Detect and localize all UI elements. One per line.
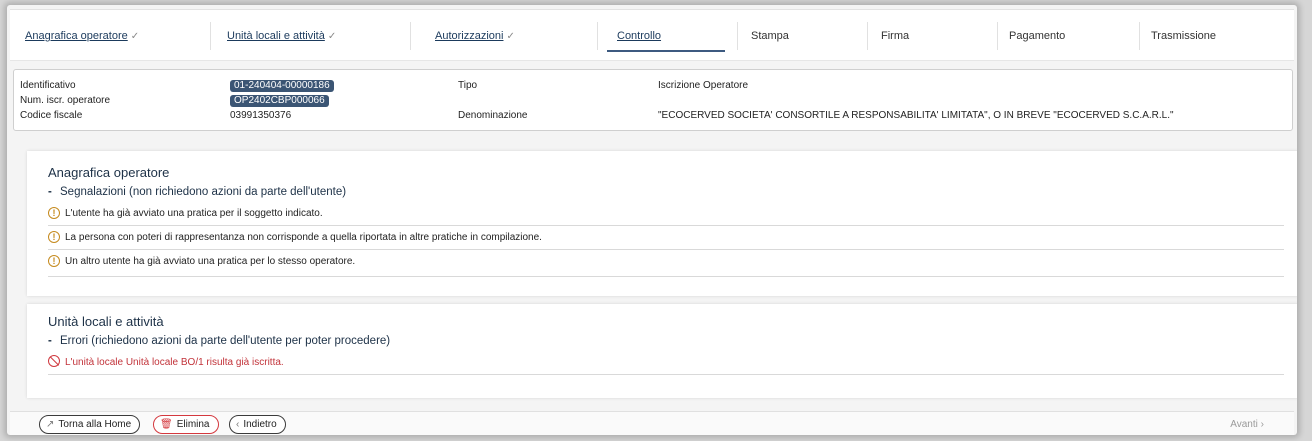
tipo-value: Iscrizione Operatore — [658, 80, 749, 91]
trash-icon: 🗑 — [160, 419, 173, 430]
step-pagamento[interactable]: Pagamento — [997, 10, 1139, 62]
error-message: L'unità locale Unità locale BO/1 risulta… — [48, 351, 1284, 375]
error-icon — [48, 355, 60, 367]
check-icon: ✓ — [506, 31, 515, 42]
denominazione-label: Denominazione — [458, 110, 528, 121]
next-button[interactable]: Avanti › — [1230, 419, 1264, 430]
step-divider — [597, 22, 598, 50]
warning-icon: ! — [48, 255, 60, 267]
home-button[interactable]: ↗ Torna alla Home — [39, 415, 141, 434]
identificativo-label: Identificativo — [20, 80, 76, 91]
back-button[interactable]: ‹ Indietro — [229, 415, 286, 434]
step-autorizzazioni[interactable]: Autorizzazioni ✓ — [410, 10, 597, 62]
section-unita-locali: Unità locali e attività - Errori (richied… — [27, 304, 1297, 398]
step-divider — [737, 22, 738, 50]
step-trasmissione[interactable]: Trasmissione — [1139, 10, 1294, 62]
step-divider — [210, 22, 211, 50]
step-label: Firma — [881, 30, 910, 42]
tipo-label: Tipo — [458, 80, 478, 91]
step-anagrafica-operatore[interactable]: Anagrafica operatore ✓ — [10, 10, 210, 62]
identificativo-badge: 01-240404-00000186 — [230, 80, 334, 92]
chevron-left-icon: ‹ — [236, 419, 240, 430]
step-divider — [1139, 22, 1140, 50]
step-label: Unità locali e attività — [227, 30, 325, 42]
step-label: Anagrafica operatore — [25, 30, 128, 42]
check-icon: ✓ — [327, 31, 337, 42]
num-iscr-label: Num. iscr. operatore — [20, 95, 111, 106]
step-label: Autorizzazioni — [435, 30, 504, 42]
step-divider — [410, 22, 411, 50]
warning-icon: ! — [48, 231, 60, 243]
warnings-subtitle[interactable]: - Segnalazioni (non richiedono azioni da … — [48, 186, 346, 198]
footer-actions: ↗ Torna alla Home 🗑 Elimina ‹ Indietro Avan… — [10, 411, 1294, 435]
app-window: Anagrafica operatore ✓ Unità locali e att… — [7, 5, 1297, 435]
step-unita-locali[interactable]: Unità locali e attività ✓ — [210, 10, 410, 62]
errors-subtitle[interactable]: - Errori (richiedono azioni da parte dell… — [48, 335, 390, 347]
collapse-icon[interactable]: - — [48, 186, 60, 198]
step-stampa[interactable]: Stampa — [737, 10, 867, 62]
step-controllo[interactable]: Controllo — [597, 10, 737, 62]
num-iscr-badge: OP2402CBP000066 — [230, 95, 329, 107]
external-link-icon: ↗ — [46, 419, 55, 430]
warning-message: ! L'utente ha già avviato una pratica pe… — [48, 202, 1284, 226]
warning-message: ! La persona con poteri di rappresentanz… — [48, 226, 1284, 250]
warning-icon: ! — [48, 207, 60, 219]
codice-fiscale-label: Codice fiscale — [20, 110, 83, 121]
step-label: Pagamento — [1009, 30, 1066, 42]
section-title: Anagrafica operatore — [48, 165, 170, 180]
step-divider — [997, 22, 998, 50]
warning-message: ! Un altro utente ha già avviato una pra… — [48, 250, 1284, 277]
denominazione-value: "ECOCERVED SOCIETA' CONSORTILE A RESPONS… — [658, 110, 1174, 121]
codice-fiscale-value: 03991350376 — [230, 110, 292, 121]
check-icon: ✓ — [130, 31, 140, 42]
step-label: Trasmissione — [1151, 30, 1216, 42]
wizard-stepper: Anagrafica operatore ✓ Unità locali e att… — [10, 9, 1294, 61]
section-anagrafica-operatore: Anagrafica operatore - Segnalazioni (non … — [27, 151, 1297, 296]
step-divider — [867, 22, 868, 50]
step-firma[interactable]: Firma — [867, 10, 997, 62]
active-step-indicator — [607, 50, 725, 52]
collapse-icon[interactable]: - — [48, 335, 60, 347]
step-label: Stampa — [751, 30, 789, 42]
delete-button[interactable]: 🗑 Elimina — [153, 415, 219, 434]
step-label: Controllo — [617, 30, 662, 42]
section-title: Unità locali e attività — [48, 314, 164, 329]
chevron-right-icon: › — [1260, 419, 1264, 430]
practice-info-panel: Identificativo 01-240404-00000186 Num. i… — [13, 69, 1293, 131]
